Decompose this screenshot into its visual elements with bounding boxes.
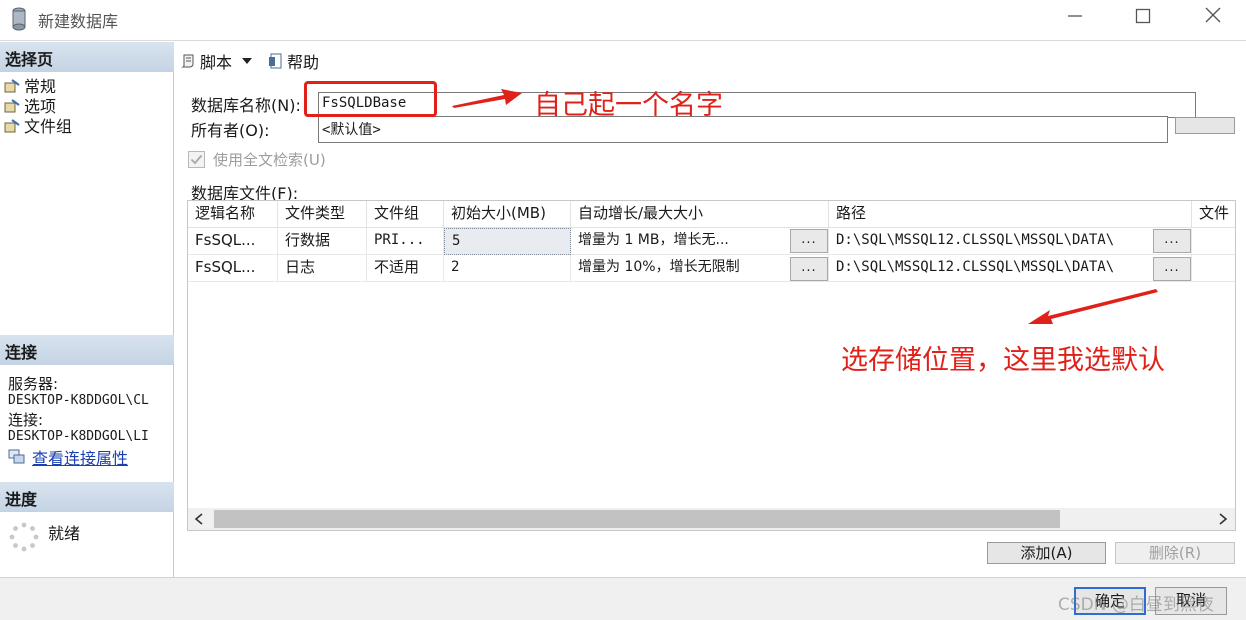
column-header[interactable]: 路径: [829, 201, 1192, 228]
page-label: 文件组: [24, 117, 73, 136]
window-title: 新建数据库: [38, 12, 119, 31]
db-name-label: 数据库名称(N):: [191, 96, 301, 115]
autogrowth-ellipsis-button[interactable]: ...: [790, 257, 828, 281]
script-icon: [181, 54, 194, 68]
page-icon: [4, 98, 20, 113]
column-header[interactable]: 自动增长/最大大小: [571, 201, 829, 228]
cell-path[interactable]: D:\SQL\MSSQL12.CLSSQL\MSSQL\DATA\: [829, 255, 1192, 282]
watermark: CSDN @白昼到黑夜: [1058, 595, 1214, 615]
connection-header: 连接: [0, 335, 174, 365]
owner-browse-button[interactable]: [1175, 117, 1235, 134]
view-connection-properties-link[interactable]: 查看连接属性: [8, 445, 128, 469]
cell-file-type[interactable]: 日志: [278, 255, 367, 282]
name-annotation: 自己起一个名字: [534, 90, 723, 121]
autogrowth-ellipsis-button[interactable]: ...: [790, 229, 828, 253]
script-button[interactable]: 脚本: [181, 49, 254, 73]
cell-initial-size[interactable]: 5: [444, 228, 571, 255]
location-annotation: 选存储位置，这里我选默认: [841, 345, 1165, 376]
chevron-down-icon: [242, 58, 253, 64]
cell-filegroup[interactable]: 不适用: [367, 255, 444, 282]
minimize-icon: [1068, 15, 1082, 17]
spinner-icon: [9, 522, 39, 552]
path-ellipsis-button[interactable]: ...: [1153, 257, 1191, 281]
cell-logical-name[interactable]: FsSQL...: [188, 228, 278, 255]
page-icon: [4, 118, 20, 133]
toolbar: 脚本 帮助: [175, 42, 1246, 76]
server-value: DESKTOP-K8DDGOL\CL: [8, 393, 149, 408]
page-item-filegroups[interactable]: 文件组: [4, 113, 72, 137]
add-button[interactable]: 添加(A): [987, 542, 1106, 564]
owner-input[interactable]: <默认值>: [318, 116, 1168, 143]
select-page-header: 选择页: [0, 42, 174, 72]
help-label: 帮助: [287, 53, 320, 72]
cell-filegroup[interactable]: PRI...: [367, 228, 444, 255]
server-label: 服务器:: [8, 375, 59, 393]
column-header[interactable]: 文件组: [367, 201, 444, 228]
page-icon: [4, 78, 20, 93]
column-header[interactable]: 初始大小(MB): [444, 201, 571, 228]
title-bar: 新建数据库: [0, 0, 1246, 40]
connection-value: DESKTOP-K8DDGOL\LI: [8, 429, 149, 444]
connection-label: 连接:: [8, 411, 44, 429]
horizontal-scrollbar[interactable]: [188, 508, 1235, 530]
progress-status: 就绪: [48, 524, 81, 543]
close-icon: [1205, 7, 1221, 23]
title-divider: [0, 40, 1246, 41]
cell-filename[interactable]: [1192, 228, 1235, 255]
cell-logical-name[interactable]: FsSQL...: [188, 255, 278, 282]
checkbox-checked-icon: [188, 151, 205, 168]
progress-header: 进度: [0, 482, 174, 512]
owner-label: 所有者(O):: [191, 121, 270, 140]
view-props-label: 查看连接属性: [32, 449, 129, 468]
database-icon: [12, 7, 26, 31]
scroll-left-icon[interactable]: [194, 513, 204, 525]
close-button[interactable]: [1190, 4, 1236, 34]
fulltext-checkbox[interactable]: 使用全文检索(U): [188, 149, 326, 170]
maximize-button[interactable]: [1120, 4, 1166, 34]
path-ellipsis-button[interactable]: ...: [1153, 229, 1191, 253]
column-header[interactable]: 文件: [1192, 201, 1235, 228]
cell-path[interactable]: D:\SQL\MSSQL12.CLSSQL\MSSQL\DATA\: [829, 228, 1192, 255]
fulltext-label: 使用全文检索(U): [213, 151, 326, 169]
new-database-window: 新建数据库 选择页 常规 选项 文件组 连接 服务器: DESKTOP-K8DD…: [0, 0, 1246, 620]
left-pane: 选择页 常规 选项 文件组 连接 服务器: DESKTOP-K8DDGOL\CL…: [0, 42, 174, 577]
cell-filename[interactable]: [1192, 255, 1235, 282]
column-header[interactable]: 文件类型: [278, 201, 367, 228]
arrow-icon: [452, 89, 522, 108]
scroll-right-icon[interactable]: [1218, 513, 1228, 525]
script-label: 脚本: [200, 53, 233, 72]
help-icon: [269, 53, 282, 69]
cell-file-type[interactable]: 行数据: [278, 228, 367, 255]
remove-button[interactable]: 删除(R): [1115, 542, 1235, 564]
properties-icon: [8, 449, 25, 464]
arrow-icon: [1028, 289, 1158, 324]
maximize-icon: [1135, 8, 1151, 24]
column-header[interactable]: 逻辑名称: [188, 201, 278, 228]
minimize-button[interactable]: [1052, 4, 1098, 34]
scrollbar-thumb[interactable]: [214, 510, 1060, 528]
name-highlight-box: [304, 81, 437, 117]
help-button[interactable]: 帮助: [268, 49, 319, 73]
cell-initial-size[interactable]: 2: [444, 255, 571, 282]
